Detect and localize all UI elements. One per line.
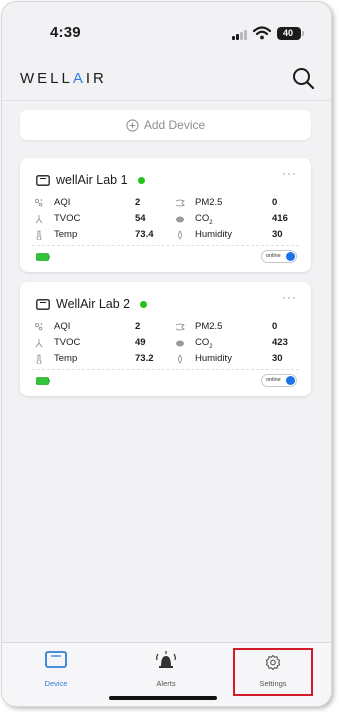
device-card[interactable]: ··· wellAir Lab 1 AQI 2 PM2.5 0 TVOC 54 — [20, 158, 311, 272]
app-header: WELLAIR — [2, 60, 331, 100]
add-device-label: Add Device — [143, 118, 206, 132]
co2-label-sub: 2 — [209, 219, 213, 226]
tvoc-icon — [35, 339, 43, 348]
add-device-button[interactable]: Add Device — [20, 110, 311, 140]
status-bar: 4:39 40 — [2, 2, 331, 60]
battery-cap — [302, 31, 304, 36]
humidity-icon — [178, 354, 182, 364]
humidity-value: 30 — [272, 353, 283, 364]
online-status-dot — [137, 176, 145, 184]
tab-device-label: Device — [44, 679, 68, 688]
aqi-icon — [34, 322, 43, 331]
co2-icon — [176, 340, 184, 347]
search-icon[interactable] — [291, 66, 315, 90]
co2-label: CO2 — [195, 213, 213, 226]
tab-settings-label: Settings — [259, 679, 287, 688]
more-options-icon[interactable]: ··· — [282, 166, 297, 180]
battery-level: 40 — [282, 28, 293, 38]
more-options-icon[interactable]: ··· — [282, 290, 297, 304]
status-time: 4:39 — [50, 24, 81, 41]
metric-row: Temp 73.2 Humidity 30 — [34, 351, 304, 367]
temperature-icon — [36, 354, 42, 364]
pm25-value: 0 — [272, 321, 278, 332]
tvoc-label: TVOC — [54, 213, 81, 224]
humidity-icon — [178, 230, 182, 240]
alarm-bell-icon — [156, 651, 176, 668]
metric-row: AQI 2 PM2.5 0 — [34, 319, 304, 335]
pm25-label: PM2.5 — [195, 197, 223, 208]
device-title-row[interactable]: wellAir Lab 1 — [36, 170, 145, 190]
device-monitor-icon — [36, 298, 50, 310]
online-label: online — [266, 253, 281, 259]
card-divider — [32, 245, 299, 246]
online-toggle[interactable]: online — [261, 374, 297, 387]
temp-label: Temp — [54, 229, 78, 240]
plus-circle-icon — [126, 118, 139, 132]
toggle-knob — [286, 376, 295, 385]
device-name: wellAir Lab 1 — [56, 173, 128, 187]
online-label: online — [266, 377, 281, 383]
co2-value: 416 — [272, 213, 288, 224]
online-toggle[interactable]: online — [261, 250, 297, 263]
co2-icon — [176, 216, 184, 223]
metric-row: TVOC 54 CO2 416 — [34, 211, 304, 227]
humidity-label: Humidity — [195, 229, 232, 240]
temp-label: Temp — [54, 353, 78, 364]
metric-row: AQI 2 PM2.5 0 — [34, 195, 304, 211]
aqi-label: AQI — [54, 197, 71, 208]
tab-device[interactable]: Device — [16, 649, 96, 691]
card-divider — [32, 369, 299, 370]
aqi-icon — [34, 198, 43, 207]
tvoc-label: TVOC — [54, 337, 81, 348]
humidity-label: Humidity — [195, 353, 232, 364]
temperature-icon — [36, 230, 42, 240]
co2-label-text: CO — [195, 213, 210, 224]
temp-value: 73.4 — [135, 229, 154, 240]
tab-alerts[interactable]: Alerts — [126, 649, 206, 691]
pm25-icon — [175, 323, 185, 331]
metric-row: TVOC 49 CO2 423 — [34, 335, 304, 351]
battery-full-icon — [36, 377, 50, 385]
co2-label: CO2 — [195, 337, 213, 350]
co2-label-sub: 2 — [209, 343, 213, 350]
pm25-label: PM2.5 — [195, 321, 223, 332]
toggle-knob — [286, 252, 295, 261]
battery-full-icon — [36, 253, 50, 261]
gear-icon — [265, 654, 281, 671]
device-name: WellAir Lab 2 — [56, 297, 131, 311]
aqi-value: 2 — [135, 321, 141, 332]
aqi-value: 2 — [135, 197, 141, 208]
pm25-value: 0 — [272, 197, 278, 208]
tvoc-value: 49 — [135, 337, 146, 348]
device-title-row[interactable]: WellAir Lab 2 — [36, 294, 148, 314]
header-divider — [2, 100, 331, 101]
device-card[interactable]: ··· WellAir Lab 2 AQI 2 PM2.5 0 TVOC 49 — [20, 282, 311, 396]
device-tab-icon — [45, 651, 67, 668]
cellular-signal-icon — [232, 29, 248, 40]
tvoc-icon — [35, 215, 43, 224]
tab-alerts-label: Alerts — [156, 679, 176, 688]
online-status-dot — [140, 300, 148, 308]
humidity-value: 30 — [272, 229, 283, 240]
device-metrics: AQI 2 PM2.5 0 TVOC 54 CO2 416 Temp 73.4 … — [34, 195, 304, 243]
pm25-icon — [175, 199, 185, 207]
wifi-icon — [253, 26, 271, 40]
aqi-label: AQI — [54, 321, 71, 332]
home-indicator — [109, 696, 217, 700]
temp-value: 73.2 — [135, 353, 154, 364]
logo-text-right: IR — [85, 70, 107, 87]
battery-icon: 40 — [277, 27, 301, 40]
tvoc-value: 54 — [135, 213, 146, 224]
device-monitor-icon — [36, 174, 50, 186]
phone-screen: 4:39 40 WELLAIR Add Device ··· wellAir L… — [2, 2, 331, 706]
wellair-logo: WELLAIR — [20, 70, 107, 87]
co2-value: 423 — [272, 337, 288, 348]
logo-text-left: WELL — [20, 70, 73, 87]
co2-label-text: CO — [195, 337, 210, 348]
metric-row: Temp 73.4 Humidity 30 — [34, 227, 304, 243]
logo-text-mid: A — [72, 70, 86, 87]
device-metrics: AQI 2 PM2.5 0 TVOC 49 CO2 423 Temp 73.2 … — [34, 319, 304, 367]
tab-settings[interactable]: Settings — [233, 648, 313, 696]
